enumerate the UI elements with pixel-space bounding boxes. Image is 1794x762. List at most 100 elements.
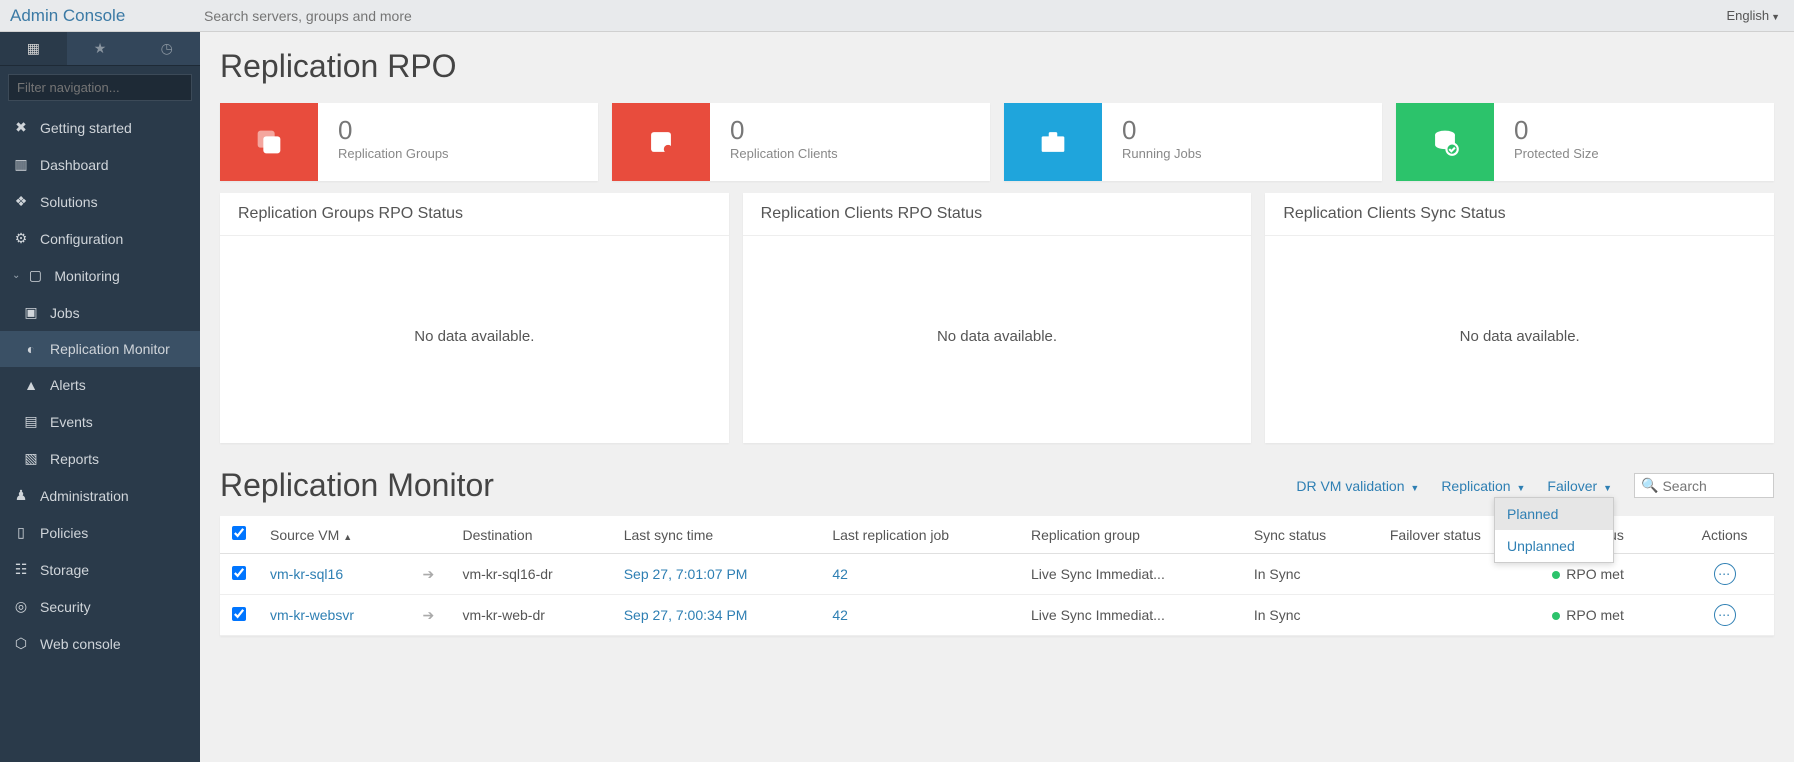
sidebar-item-label: Configuration bbox=[40, 231, 123, 247]
protected-icon bbox=[1428, 125, 1462, 159]
stat-info: 0 Protected Size bbox=[1494, 103, 1619, 181]
stat-badge bbox=[1004, 103, 1102, 181]
stat-label: Replication Groups bbox=[338, 146, 449, 161]
stat-info: 0 Running Jobs bbox=[1102, 103, 1222, 181]
stat-card-replication-groups[interactable]: 0 Replication Groups bbox=[220, 103, 598, 181]
policies-icon: ▯ bbox=[12, 524, 30, 541]
status-dot-green-icon bbox=[1552, 612, 1560, 620]
col-last-sync[interactable]: Last sync time bbox=[612, 516, 821, 554]
sidebar-item-storage[interactable]: ☷Storage bbox=[0, 551, 200, 588]
cell-source-link[interactable]: vm-kr-sql16 bbox=[258, 554, 410, 595]
clock-icon: ◷ bbox=[161, 40, 173, 56]
sidebar-item-administration[interactable]: ♟Administration bbox=[0, 477, 200, 514]
sidebar-item-label: Monitoring bbox=[54, 268, 119, 284]
monitor-icon: ▢ bbox=[26, 267, 44, 284]
filter-navigation-input[interactable] bbox=[8, 74, 192, 101]
sidebar-item-solutions[interactable]: ❖ Solutions bbox=[0, 183, 200, 220]
row-checkbox[interactable] bbox=[232, 607, 246, 621]
panel-title: Replication Groups RPO Status bbox=[220, 193, 729, 236]
sidebar-item-label: Dashboard bbox=[40, 157, 109, 173]
layers-icon: ❖ bbox=[12, 193, 30, 210]
app-title: Admin Console bbox=[0, 6, 200, 26]
cell-sync: In Sync bbox=[1242, 554, 1378, 595]
cell-group: Live Sync Immediat... bbox=[1019, 554, 1242, 595]
stat-label: Replication Clients bbox=[730, 146, 838, 161]
sidebar-item-label: Security bbox=[40, 599, 91, 615]
sidebar-item-getting-started[interactable]: ✖ Getting started bbox=[0, 109, 200, 146]
cell-last-job-link[interactable]: 42 bbox=[820, 595, 1019, 636]
sidebar-item-events[interactable]: ▤Events bbox=[0, 403, 200, 440]
sidebar-item-label: Policies bbox=[40, 525, 88, 541]
stat-info: 0 Replication Clients bbox=[710, 103, 858, 181]
sidebar-tab-recent[interactable]: ◷ bbox=[133, 32, 200, 65]
caret-down-icon: ▼ bbox=[1771, 12, 1780, 22]
stat-value: 0 bbox=[730, 115, 838, 146]
caret-down-icon: ▼ bbox=[1410, 483, 1419, 493]
security-icon: ◎ bbox=[12, 598, 30, 615]
webconsole-icon: ⬡ bbox=[12, 635, 30, 652]
section-title: Replication Monitor bbox=[220, 467, 1296, 504]
panel-clients-sync: Replication Clients Sync Status No data … bbox=[1265, 193, 1774, 443]
cell-source-link[interactable]: vm-kr-websvr bbox=[258, 595, 410, 636]
col-last-job[interactable]: Last replication job bbox=[820, 516, 1019, 554]
select-all-checkbox[interactable] bbox=[232, 526, 246, 540]
section-head: Replication Monitor DR VM validation ▼ R… bbox=[220, 467, 1774, 504]
sidebar-item-label: Getting started bbox=[40, 120, 132, 136]
storage-icon: ☷ bbox=[12, 561, 30, 578]
sidebar-item-security[interactable]: ◎ Security bbox=[0, 588, 200, 625]
cell-last-sync-link[interactable]: Sep 27, 7:01:07 PM bbox=[612, 554, 821, 595]
sidebar-item-jobs[interactable]: ▣Jobs bbox=[0, 294, 200, 331]
failover-option-unplanned[interactable]: Unplanned bbox=[1495, 530, 1613, 562]
action-label: DR VM validation bbox=[1296, 478, 1404, 494]
sidebar-item-policies[interactable]: ▯ Policies bbox=[0, 514, 200, 551]
sidebar-item-dashboard[interactable]: ▥ Dashboard bbox=[0, 146, 200, 183]
sidebar-tab-favorites[interactable]: ★ bbox=[67, 32, 134, 65]
sidebar-item-web-console[interactable]: ⬡Web console bbox=[0, 625, 200, 662]
row-checkbox[interactable] bbox=[232, 566, 246, 580]
stat-label: Protected Size bbox=[1514, 146, 1599, 161]
cell-sync: In Sync bbox=[1242, 595, 1378, 636]
sidebar-item-label: Administration bbox=[40, 488, 129, 504]
star-icon: ★ bbox=[94, 40, 107, 56]
search-icon: 🔍 bbox=[1641, 477, 1658, 494]
stat-card-replication-clients[interactable]: 0 Replication Clients bbox=[612, 103, 990, 181]
caret-down-icon: ▼ bbox=[1516, 483, 1525, 493]
sidebar-item-configuration[interactable]: ⚙Configuration bbox=[0, 220, 200, 257]
failover-button[interactable]: Failover ▼ bbox=[1547, 478, 1612, 494]
replication-button[interactable]: Replication ▼ bbox=[1441, 478, 1525, 494]
action-label: Failover bbox=[1547, 478, 1597, 494]
language-selector[interactable]: English▼ bbox=[1726, 8, 1794, 23]
sidebar-item-label: Alerts bbox=[50, 377, 86, 393]
arrow-right-icon: ➔ bbox=[422, 566, 434, 582]
section-actions: DR VM validation ▼ Replication ▼ Failove… bbox=[1296, 473, 1774, 498]
replication-icon: ◐ bbox=[22, 341, 40, 357]
col-group[interactable]: Replication group bbox=[1019, 516, 1242, 554]
sidebar-item-replication-monitor[interactable]: ◐Replication Monitor bbox=[0, 331, 200, 367]
failover-option-planned[interactable]: Planned bbox=[1495, 498, 1613, 530]
cell-last-sync-link[interactable]: Sep 27, 7:00:34 PM bbox=[612, 595, 821, 636]
dr-vm-validation-button[interactable]: DR VM validation ▼ bbox=[1296, 478, 1419, 494]
sidebar-item-alerts[interactable]: ▲Alerts bbox=[0, 367, 200, 403]
col-source[interactable]: Source VM▲ bbox=[258, 516, 410, 554]
dashboard-icon: ▥ bbox=[12, 156, 30, 173]
table-search-box: 🔍 bbox=[1634, 473, 1774, 498]
stat-info: 0 Replication Groups bbox=[318, 103, 469, 181]
stat-value: 0 bbox=[1514, 115, 1599, 146]
row-actions-button[interactable]: ⋯ bbox=[1714, 604, 1736, 626]
stat-card-protected-size[interactable]: 0 Protected Size bbox=[1396, 103, 1774, 181]
sidebar-item-reports[interactable]: ▧Reports bbox=[0, 440, 200, 477]
table-search-input[interactable] bbox=[1662, 478, 1767, 494]
row-actions-button[interactable]: ⋯ bbox=[1714, 563, 1736, 585]
briefcase-icon: ▣ bbox=[22, 304, 40, 321]
cell-last-job-link[interactable]: 42 bbox=[820, 554, 1019, 595]
col-sync[interactable]: Sync status bbox=[1242, 516, 1378, 554]
sidebar-item-monitoring[interactable]: ⌄▢Monitoring bbox=[0, 257, 200, 294]
stat-row: 0 Replication Groups 0 Replication Clien… bbox=[220, 103, 1774, 181]
cell-destination: vm-kr-sql16-dr bbox=[450, 554, 611, 595]
wrench-icon: ✖ bbox=[12, 119, 30, 136]
stat-card-running-jobs[interactable]: 0 Running Jobs bbox=[1004, 103, 1382, 181]
col-destination[interactable]: Destination bbox=[450, 516, 611, 554]
global-search-input[interactable] bbox=[200, 4, 800, 28]
sidebar-tab-grid[interactable]: ▦ bbox=[0, 32, 67, 65]
sidebar-item-label: Solutions bbox=[40, 194, 98, 210]
